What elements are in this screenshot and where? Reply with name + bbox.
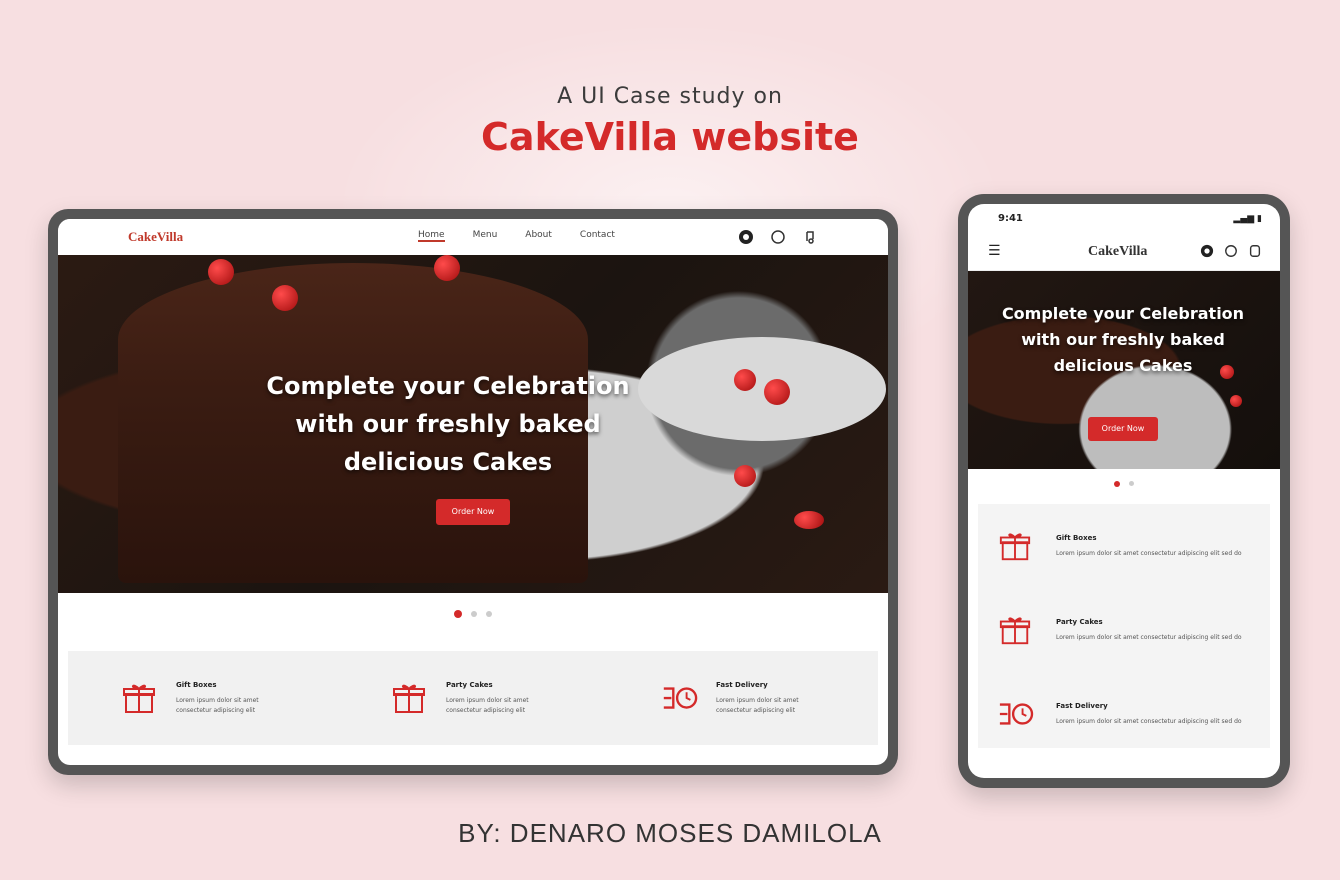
- feature-title: Fast Delivery: [716, 680, 768, 689]
- feature-description: Lorem ipsum dolor sit amet consectetur a…: [716, 696, 799, 714]
- phone-mockup: 9:41 ▂▄▆ ▮ ☰ CakeVilla Complete your Cel…: [958, 194, 1290, 788]
- cherry-decoration: [1230, 395, 1242, 407]
- feature-item: Party Cakes Lorem ipsum dolor sit amet c…: [978, 588, 1270, 672]
- cart-icon[interactable]: [738, 229, 754, 245]
- desktop-logo[interactable]: CakeVilla: [128, 229, 183, 245]
- carousel-dot[interactable]: [1129, 481, 1135, 486]
- author-byline: BY: DENARO MOSES DAMILOLA: [458, 818, 882, 848]
- carousel-dot[interactable]: [453, 609, 462, 618]
- carousel-dot[interactable]: [471, 610, 477, 617]
- search-icon[interactable]: [1224, 244, 1238, 258]
- signal-battery-icon: ▂▄▆ ▮: [1233, 214, 1262, 224]
- phone-hero: Complete your Celebration with our fresh…: [968, 271, 1280, 469]
- feature-item: Party Cakes Lorem ipsum dolor sit amet c…: [390, 679, 556, 717]
- carousel-dot[interactable]: [1113, 480, 1120, 487]
- desktop-hero: Complete your Celebration with our fresh…: [58, 255, 888, 593]
- cherry-decoration: [794, 511, 824, 529]
- desktop-order-button[interactable]: Order Now: [436, 499, 510, 525]
- user-icon[interactable]: [1248, 244, 1262, 258]
- phone-status-bar: 9:41 ▂▄▆ ▮: [968, 204, 1280, 234]
- feature-item: Fast Delivery Lorem ipsum dolor sit amet…: [978, 672, 1270, 756]
- cherry-decoration: [734, 465, 756, 487]
- phone-features-list: Gift Boxes Lorem ipsum dolor sit amet co…: [978, 504, 1270, 748]
- heading-title: CakeVilla website: [481, 115, 859, 159]
- phone-screen: 9:41 ▂▄▆ ▮ ☰ CakeVilla Complete your Cel…: [968, 204, 1280, 778]
- menu-icon[interactable]: ☰: [988, 243, 1001, 259]
- feature-title: Gift Boxes: [176, 680, 217, 689]
- desktop-nav-links: Home Menu About Contact: [418, 230, 615, 242]
- feature-description: Lorem ipsum dolor sit amet consectetur a…: [1056, 633, 1242, 641]
- phone-navbar: ☰ CakeVilla: [968, 234, 1280, 271]
- gift-icon: [996, 611, 1034, 649]
- feature-item: Gift Boxes Lorem ipsum dolor sit amet co…: [120, 679, 286, 717]
- status-time: 9:41: [998, 213, 1023, 224]
- feature-title: Gift Boxes: [1056, 533, 1097, 542]
- cart-icon[interactable]: [1200, 244, 1214, 258]
- heading-subtitle: A UI Case study on: [557, 84, 783, 109]
- cherry-decoration: [208, 259, 234, 285]
- nav-link-menu[interactable]: Menu: [473, 230, 498, 242]
- feature-item: Fast Delivery Lorem ipsum dolor sit amet…: [660, 679, 826, 717]
- feature-description: Lorem ipsum dolor sit amet consectetur a…: [1056, 549, 1242, 557]
- feature-title: Party Cakes: [446, 680, 493, 689]
- feature-item: Gift Boxes Lorem ipsum dolor sit amet co…: [978, 504, 1270, 588]
- carousel-dot[interactable]: [486, 610, 493, 617]
- feature-title: Fast Delivery: [1056, 701, 1108, 710]
- nav-link-home[interactable]: Home: [418, 230, 445, 242]
- cherry-decoration: [764, 379, 790, 405]
- desktop-screen: CakeVilla Home Menu About Contact Comple…: [58, 219, 888, 765]
- desktop-mockup: CakeVilla Home Menu About Contact Comple…: [48, 209, 898, 775]
- feature-title: Party Cakes: [1056, 617, 1103, 626]
- nav-link-contact[interactable]: Contact: [580, 230, 615, 242]
- plate-image: [638, 337, 886, 441]
- phone-carousel-dots: [968, 469, 1280, 495]
- desktop-features-row: Gift Boxes Lorem ipsum dolor sit amet co…: [68, 651, 878, 745]
- desktop-navbar: CakeVilla Home Menu About Contact: [58, 219, 888, 255]
- user-icon[interactable]: [802, 229, 818, 245]
- phone-logo[interactable]: CakeVilla: [1088, 244, 1147, 260]
- desktop-hero-headline: Complete your Celebration with our fresh…: [266, 372, 630, 476]
- phone-hero-headline: Complete your Celebration with our fresh…: [1001, 304, 1245, 375]
- delivery-icon: [996, 695, 1034, 733]
- search-icon[interactable]: [770, 229, 786, 245]
- feature-description: Lorem ipsum dolor sit amet consectetur a…: [176, 696, 259, 714]
- page-heading: A UI Case study on CakeVilla website: [0, 84, 1340, 159]
- feature-description: Lorem ipsum dolor sit amet consectetur a…: [1056, 717, 1242, 725]
- desktop-nav-icons: [738, 229, 818, 245]
- gift-icon: [390, 679, 428, 717]
- cherry-decoration: [434, 255, 460, 281]
- desktop-carousel-dots: [58, 593, 888, 633]
- delivery-icon: [660, 679, 698, 717]
- feature-description: Lorem ipsum dolor sit amet consectetur a…: [446, 696, 529, 714]
- phone-order-button[interactable]: Order Now: [1088, 417, 1158, 441]
- gift-icon: [120, 679, 158, 717]
- gift-icon: [996, 527, 1034, 565]
- nav-link-about[interactable]: About: [525, 230, 552, 242]
- cherry-decoration: [272, 285, 298, 311]
- cherry-decoration: [734, 369, 756, 391]
- phone-nav-icons: [1200, 244, 1262, 258]
